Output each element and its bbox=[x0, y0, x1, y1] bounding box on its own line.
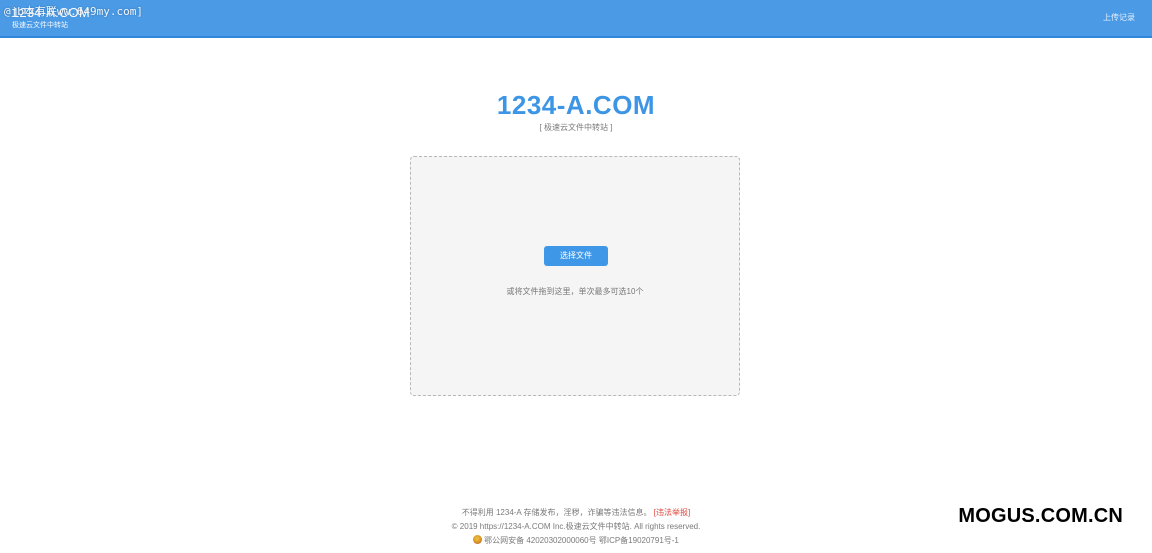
footer-icp-line: 鄂公网安备 42020302000060号 鄂ICP备19020791号-1 bbox=[0, 534, 1152, 548]
page-subtitle: [ 极速云文件中转站 ] bbox=[539, 123, 613, 132]
top-watermark: @jb本有联ww.649my.com] bbox=[4, 5, 143, 18]
police-badge-icon bbox=[473, 535, 483, 544]
file-drop-zone[interactable]: 选择文件 或将文件拖到这里，单次最多可选10个 bbox=[410, 156, 740, 396]
brand-subtitle: 极速云文件中转站 bbox=[12, 22, 68, 29]
hero-section: 1234-A.COM [ 极速云文件中转站 ] bbox=[0, 90, 1152, 133]
bottom-watermark: MOGUS.COM.CN bbox=[958, 505, 1123, 527]
upload-history-link[interactable]: 上传记录 bbox=[1103, 12, 1135, 23]
footer-icp[interactable]: 鄂公网安备 42020302000060号 鄂ICP备19020791号-1 bbox=[484, 536, 679, 545]
select-file-button[interactable]: 选择文件 bbox=[544, 246, 608, 266]
top-nav-bar: 1234-A.COM 极速云文件中转站 @jb本有联ww.649my.com] … bbox=[0, 0, 1152, 38]
drop-hint-text: 或将文件拖到这里，单次最多可选10个 bbox=[506, 287, 644, 296]
report-link[interactable]: [违法举报] bbox=[654, 508, 690, 517]
footer-notice: 不得利用 1234-A 存储发布，淫秽，诈骗等违法信息。 bbox=[461, 508, 652, 517]
page-title: 1234-A.COM bbox=[496, 90, 656, 120]
